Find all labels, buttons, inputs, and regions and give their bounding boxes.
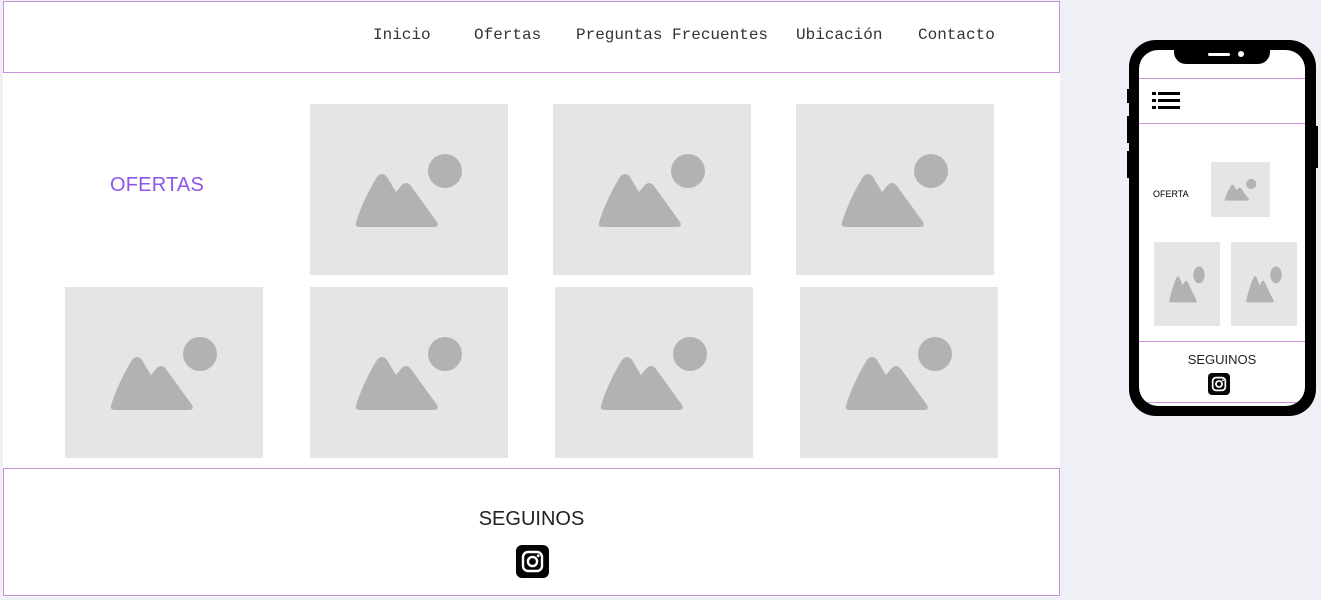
nav-item-inicio[interactable]: Inicio [373,26,431,44]
phone-side-button [1127,116,1131,143]
nav-item-ofertas[interactable]: Ofertas [474,26,541,44]
phone-mockup: OFERTA SEGUINOS [1127,40,1318,416]
image-placeholder-icon [598,154,705,227]
instagram-icon[interactable] [1208,373,1230,395]
mobile-offer-label: OFERTA [1153,189,1189,199]
offer-image-placeholder[interactable] [310,104,508,275]
phone-notch [1174,50,1270,64]
follow-us-label: SEGUINOS [478,508,585,530]
image-placeholder-icon [1246,266,1282,303]
nav-item-contacto[interactable]: Contacto [918,26,995,44]
image-placeholder-icon [355,337,462,410]
image-placeholder-icon [110,337,217,410]
phone-screen: OFERTA SEGUINOS [1139,50,1305,406]
phone-side-button [1127,89,1131,103]
offer-image-placeholder[interactable] [800,287,998,458]
image-placeholder-icon [600,337,707,410]
image-placeholder-icon [841,154,948,227]
mobile-follow-us-label: SEGUINOS [1187,352,1257,367]
phone-side-button [1127,151,1131,178]
phone-camera [1238,51,1244,57]
offer-image-placeholder[interactable] [310,287,508,458]
nav-item-ubicacion[interactable]: Ubicación [796,26,882,44]
mobile-offer-image-placeholder[interactable] [1154,242,1220,326]
mobile-offer-image-placeholder[interactable] [1231,242,1297,326]
nav-item-preguntas-frecuentes[interactable]: Preguntas Frecuentes [576,26,768,44]
phone-side-button [1314,126,1318,168]
image-placeholder-icon [1224,178,1257,201]
offer-image-placeholder[interactable] [553,104,751,275]
mobile-footer: SEGUINOS [1139,341,1305,403]
desktop-mockup: Inicio Ofertas Preguntas Frecuentes Ubic… [3,1,1060,597]
footer: SEGUINOS [3,468,1060,596]
offer-image-placeholder[interactable] [796,104,994,275]
offer-image-placeholder[interactable] [65,287,263,458]
image-placeholder-icon [355,154,462,227]
offers-title: OFERTAS [110,174,205,196]
mobile-offer-image-placeholder[interactable] [1211,162,1270,217]
mobile-header [1139,78,1305,124]
image-placeholder-icon [845,337,952,410]
navbar: Inicio Ofertas Preguntas Frecuentes Ubic… [3,1,1060,73]
hamburger-menu-icon[interactable] [1152,92,1180,110]
image-placeholder-icon [1169,266,1205,303]
instagram-icon[interactable] [516,545,549,578]
phone-speaker [1208,53,1230,56]
offer-image-placeholder[interactable] [555,287,753,458]
